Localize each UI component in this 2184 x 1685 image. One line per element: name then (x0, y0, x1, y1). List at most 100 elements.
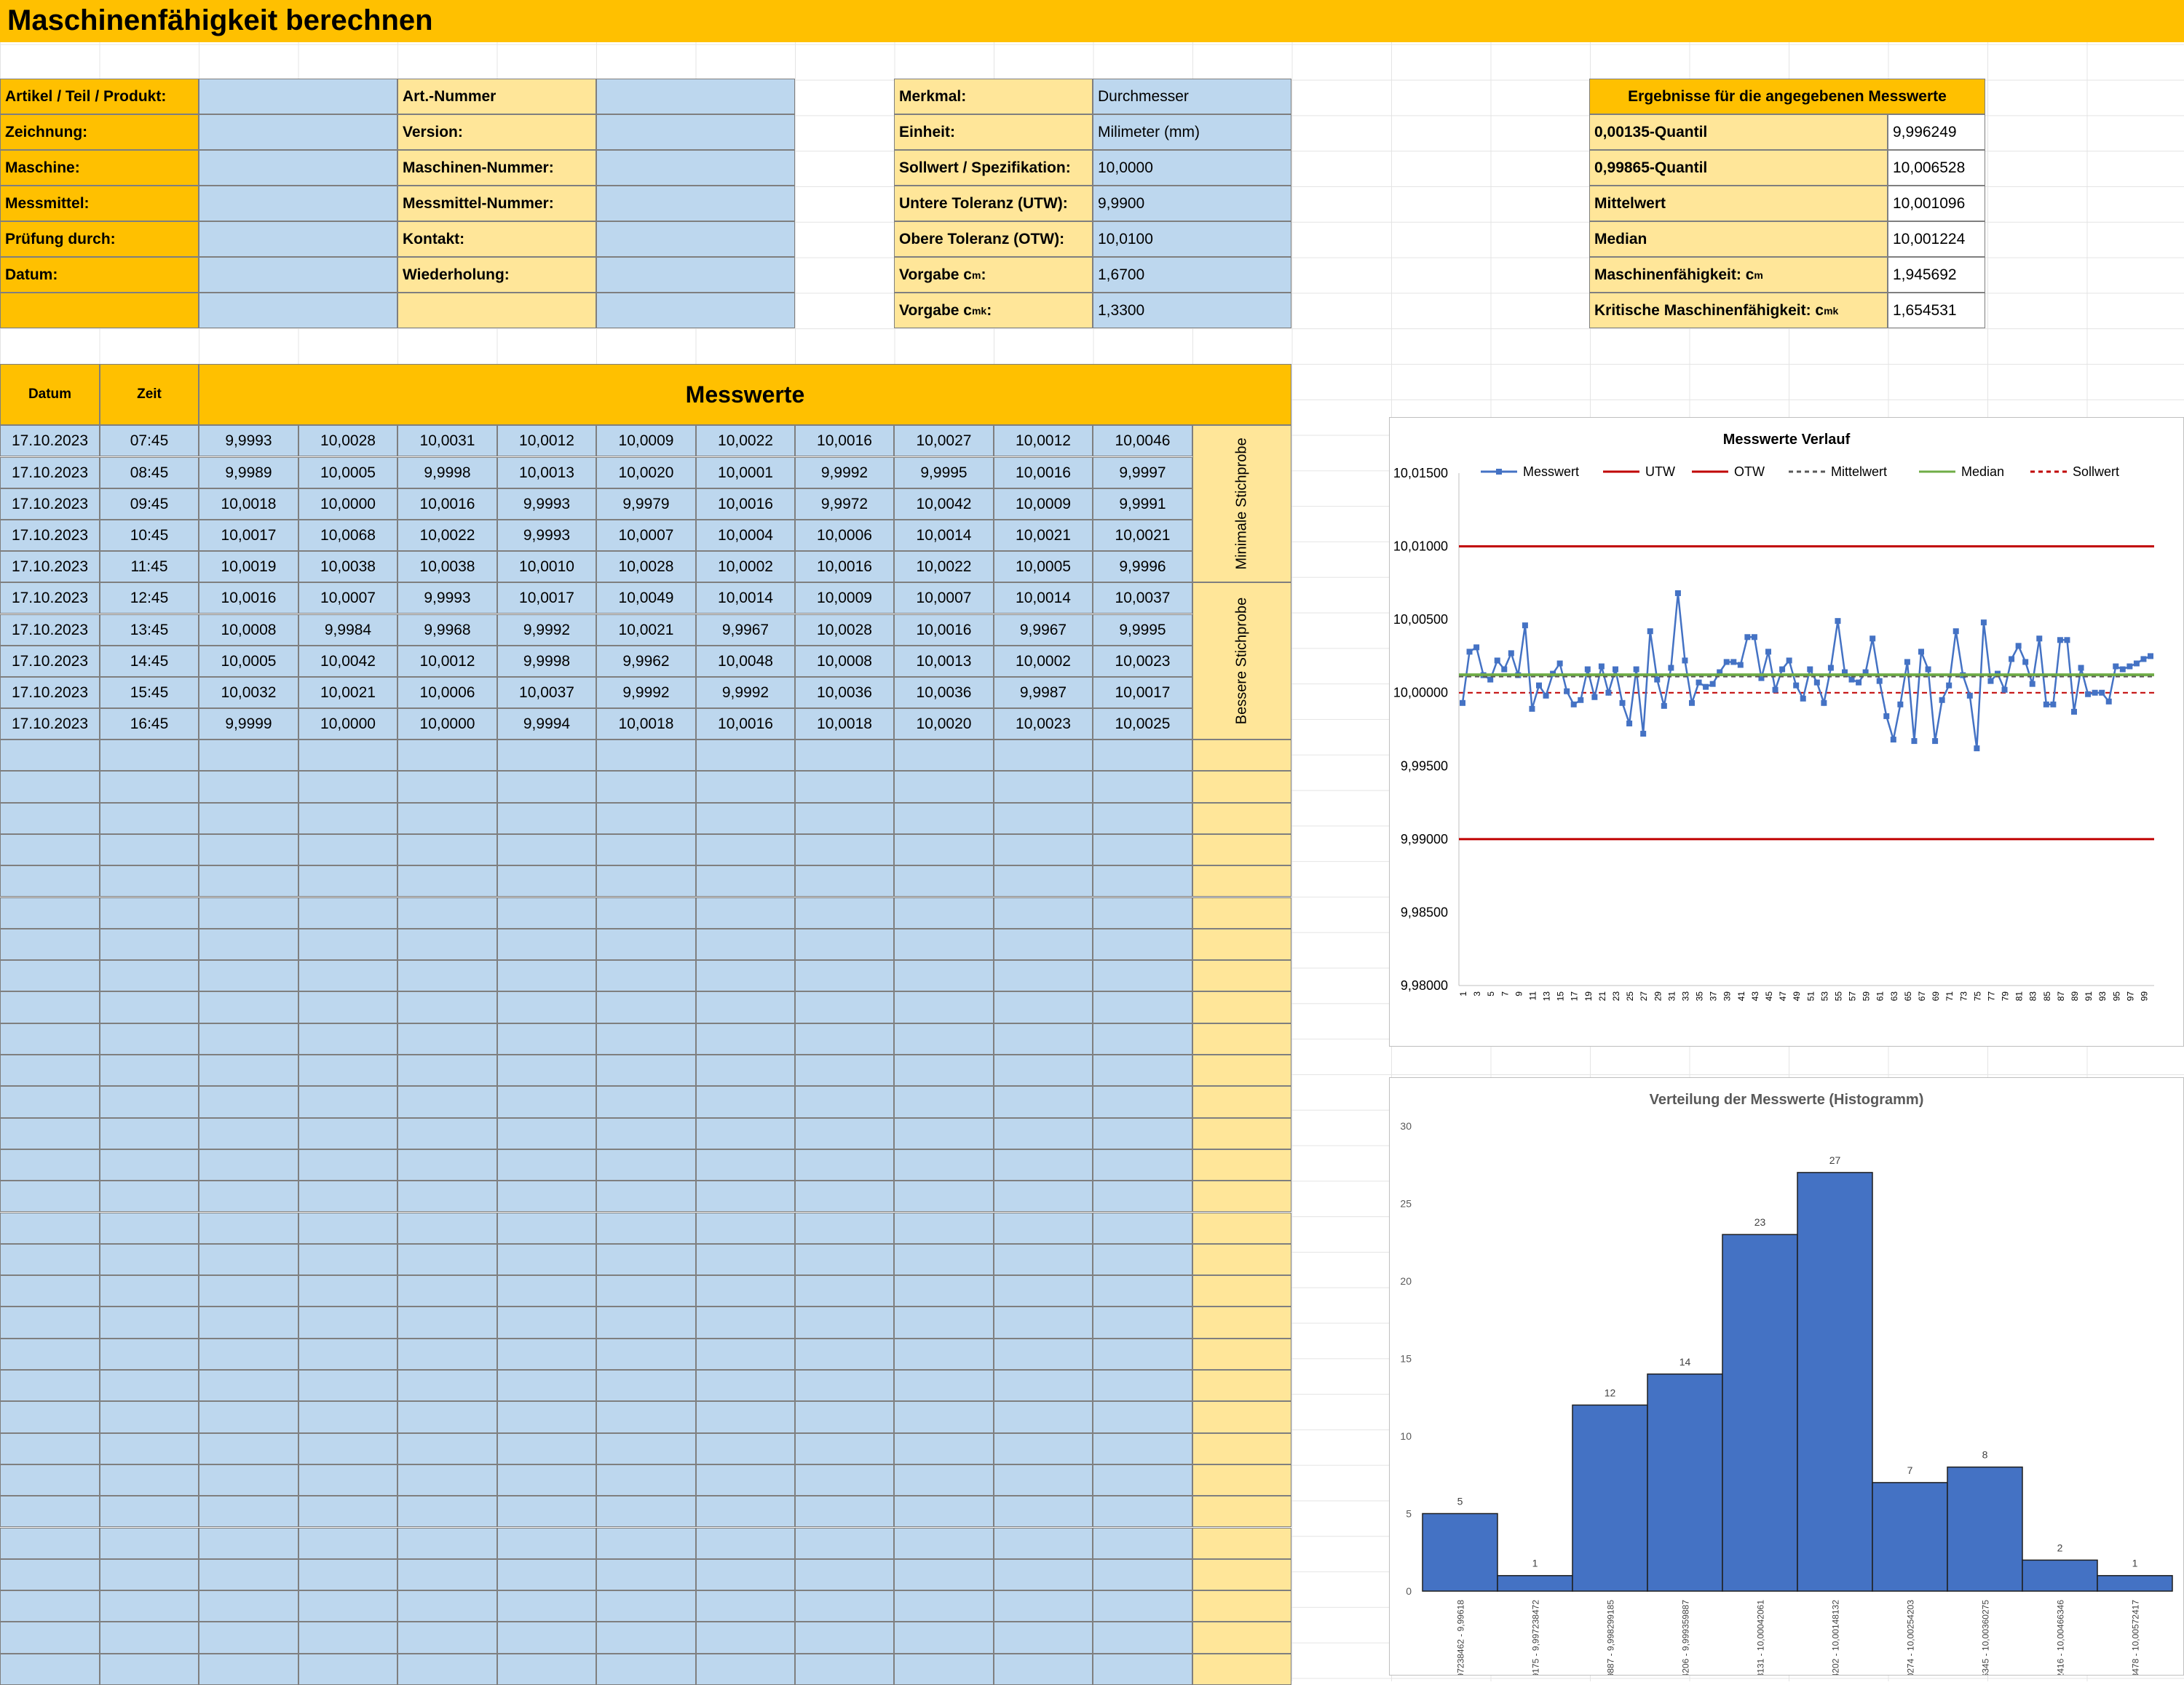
empty-cell[interactable] (994, 1401, 1093, 1433)
empty-cell[interactable] (1093, 1653, 1192, 1685)
empty-cell[interactable] (696, 991, 795, 1023)
cell-messwert[interactable]: 10,0005 (199, 646, 298, 678)
empty-cell[interactable] (298, 740, 397, 772)
empty-cell[interactable] (1192, 1432, 1291, 1464)
cell-messwert[interactable]: 10,0006 (795, 520, 894, 552)
empty-cell[interactable] (696, 1527, 795, 1559)
empty-cell[interactable] (696, 1117, 795, 1149)
cell-messwert[interactable]: 10,0000 (298, 708, 397, 740)
cell-messwert[interactable]: 10,0014 (696, 582, 795, 614)
empty-cell[interactable] (994, 1181, 1093, 1213)
cell-messwert[interactable]: 9,9989 (199, 457, 298, 489)
cell-zeit[interactable]: 12:45 (100, 582, 199, 614)
cell-zeit[interactable]: 09:45 (100, 488, 199, 520)
empty-cell[interactable] (497, 1527, 596, 1559)
empty-cell[interactable] (1093, 1558, 1192, 1591)
cell-messwert[interactable]: 10,0042 (894, 488, 994, 520)
empty-cell[interactable] (497, 991, 596, 1023)
empty-cell[interactable] (497, 928, 596, 961)
empty-cell[interactable] (497, 1307, 596, 1339)
empty-cell[interactable] (497, 1212, 596, 1244)
empty-cell[interactable] (0, 1496, 100, 1528)
empty-cell[interactable] (1192, 740, 1291, 772)
cell-messwert[interactable]: 10,0021 (1093, 520, 1192, 552)
empty-cell[interactable] (1093, 1622, 1192, 1654)
empty-cell[interactable] (994, 1055, 1093, 1087)
empty-cell[interactable] (1192, 1086, 1291, 1118)
info-value-field[interactable]: 10,0100 (1093, 221, 1291, 257)
info-value-field[interactable]: 1,6700 (1093, 257, 1291, 293)
empty-cell[interactable] (100, 1243, 199, 1276)
empty-cell[interactable] (1192, 865, 1291, 897)
empty-cell[interactable] (894, 991, 994, 1023)
cell-messwert[interactable]: 10,0016 (397, 488, 497, 520)
empty-cell[interactable] (0, 1558, 100, 1591)
empty-cell[interactable] (199, 1370, 298, 1402)
info-value-field[interactable] (199, 293, 397, 328)
empty-cell[interactable] (894, 1117, 994, 1149)
empty-cell[interactable] (397, 1432, 497, 1464)
cell-messwert[interactable]: 9,9998 (397, 457, 497, 489)
empty-cell[interactable] (199, 1243, 298, 1276)
cell-messwert[interactable]: 10,0036 (795, 677, 894, 709)
empty-cell[interactable] (696, 1149, 795, 1181)
empty-cell[interactable] (1192, 960, 1291, 992)
empty-cell[interactable] (696, 740, 795, 772)
empty-cell[interactable] (397, 833, 497, 866)
empty-cell[interactable] (596, 1401, 696, 1433)
empty-cell[interactable] (100, 897, 199, 929)
empty-cell[interactable] (596, 1653, 696, 1685)
empty-cell[interactable] (894, 1401, 994, 1433)
empty-cell[interactable] (397, 1307, 497, 1339)
empty-cell[interactable] (1093, 1212, 1192, 1244)
cell-zeit[interactable]: 10:45 (100, 520, 199, 552)
empty-cell[interactable] (298, 960, 397, 992)
empty-cell[interactable] (0, 1401, 100, 1433)
empty-cell[interactable] (1192, 802, 1291, 834)
empty-cell[interactable] (199, 1338, 298, 1370)
empty-cell[interactable] (199, 1622, 298, 1654)
empty-cell[interactable] (199, 1464, 298, 1496)
empty-cell[interactable] (1093, 1590, 1192, 1622)
empty-cell[interactable] (596, 960, 696, 992)
empty-cell[interactable] (894, 1622, 994, 1654)
empty-cell[interactable] (497, 771, 596, 803)
empty-cell[interactable] (1192, 1023, 1291, 1055)
empty-cell[interactable] (994, 1370, 1093, 1402)
empty-cell[interactable] (0, 1622, 100, 1654)
cell-datum[interactable]: 17.10.2023 (0, 614, 100, 646)
cell-datum[interactable]: 17.10.2023 (0, 457, 100, 489)
cell-messwert[interactable]: 9,9995 (1093, 614, 1192, 646)
info-value-field[interactable]: Milimeter (mm) (1093, 114, 1291, 150)
cell-messwert[interactable]: 10,0038 (397, 551, 497, 583)
empty-cell[interactable] (596, 1370, 696, 1402)
empty-cell[interactable] (199, 1212, 298, 1244)
empty-cell[interactable] (298, 1212, 397, 1244)
empty-cell[interactable] (1093, 833, 1192, 866)
empty-cell[interactable] (1192, 1370, 1291, 1402)
empty-cell[interactable] (1093, 928, 1192, 961)
cell-messwert[interactable]: 10,0018 (199, 488, 298, 520)
empty-cell[interactable] (1093, 1055, 1192, 1087)
empty-cell[interactable] (0, 833, 100, 866)
empty-cell[interactable] (795, 960, 894, 992)
empty-cell[interactable] (894, 1590, 994, 1622)
empty-cell[interactable] (0, 1590, 100, 1622)
empty-cell[interactable] (397, 1149, 497, 1181)
cell-messwert[interactable]: 10,0012 (497, 425, 596, 457)
cell-messwert[interactable]: 10,0008 (795, 646, 894, 678)
empty-cell[interactable] (696, 1023, 795, 1055)
empty-cell[interactable] (0, 960, 100, 992)
empty-cell[interactable] (795, 1086, 894, 1118)
cell-messwert[interactable]: 10,0016 (894, 614, 994, 646)
empty-cell[interactable] (596, 1558, 696, 1591)
empty-cell[interactable] (298, 1149, 397, 1181)
empty-cell[interactable] (596, 1590, 696, 1622)
empty-cell[interactable] (397, 1370, 497, 1402)
empty-cell[interactable] (795, 1432, 894, 1464)
empty-cell[interactable] (994, 1023, 1093, 1055)
cell-datum[interactable]: 17.10.2023 (0, 708, 100, 740)
empty-cell[interactable] (199, 1496, 298, 1528)
empty-cell[interactable] (1192, 1464, 1291, 1496)
empty-cell[interactable] (100, 1464, 199, 1496)
